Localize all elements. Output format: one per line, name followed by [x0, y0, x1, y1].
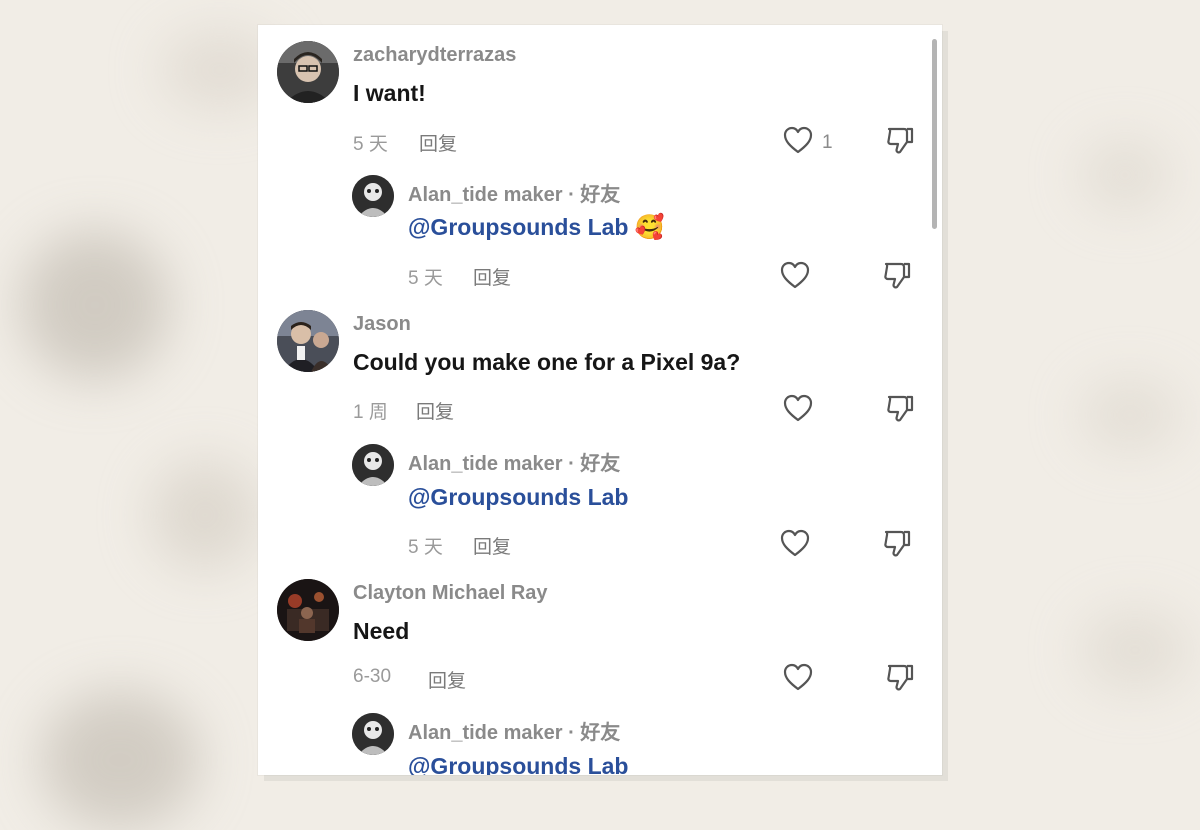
background-blur	[150, 460, 260, 570]
comment-username[interactable]: Clayton Michael Ray	[353, 582, 548, 605]
avatar[interactable]	[277, 579, 339, 641]
like-button[interactable]	[779, 260, 811, 295]
like-button[interactable]	[779, 528, 811, 563]
dislike-button[interactable]	[881, 528, 913, 563]
thumbs-down-icon	[884, 127, 916, 159]
dislike-button[interactable]	[884, 662, 916, 697]
comment-time: 5 天	[353, 134, 388, 155]
comment-text: I want!	[353, 80, 426, 106]
reply-button[interactable]: 回复	[428, 666, 466, 693]
like-button[interactable]	[782, 662, 814, 697]
avatar[interactable]	[277, 41, 339, 103]
like-button[interactable]	[782, 393, 814, 428]
reply-button[interactable]: 回复	[473, 263, 511, 290]
comment-text: Could you make one for a Pixel 9a?	[353, 349, 741, 375]
scrollbar[interactable]	[932, 39, 937, 229]
like-button[interactable]: 1	[782, 125, 833, 160]
avatar[interactable]	[277, 310, 339, 372]
reply-button[interactable]: 回复	[416, 397, 454, 424]
reply-text: @Groupsounds Lab	[408, 484, 628, 511]
background-blur	[1080, 610, 1190, 690]
heart-outline-icon	[782, 393, 814, 428]
reply-username[interactable]: Alan_tide maker · 好友	[408, 447, 620, 476]
comment-username[interactable]: zacharydterrazas	[353, 44, 516, 67]
heart-outline-icon	[782, 662, 814, 697]
comment-panel: zacharydterrazas I want! 5 天 回复 1 Alan_t…	[258, 25, 942, 775]
heart-outline-icon	[782, 125, 814, 160]
avatar[interactable]	[352, 444, 394, 486]
mention-link[interactable]: @Groupsounds Lab	[408, 753, 628, 775]
comment-time: 6-30	[353, 666, 392, 687]
dislike-button[interactable]	[884, 125, 916, 160]
reply-username[interactable]: Alan_tide maker · 好友	[408, 716, 620, 745]
mention-link[interactable]: @Groupsounds Lab	[408, 214, 628, 240]
thumbs-down-icon	[881, 530, 913, 562]
background-blur	[20, 230, 170, 380]
thumbs-down-icon	[884, 395, 916, 427]
comment-time: 1 周	[353, 402, 388, 423]
dislike-button[interactable]	[881, 260, 913, 295]
reply-time: 5 天	[408, 537, 443, 558]
reply-text: @Groupsounds Lab	[408, 753, 628, 775]
reply-time: 5 天	[408, 268, 443, 289]
comment-text: Need	[353, 618, 410, 644]
heart-outline-icon	[779, 260, 811, 295]
like-count: 1	[822, 131, 833, 153]
comment-username[interactable]: Jason	[353, 313, 411, 336]
emoji: 🥰	[634, 213, 665, 241]
reply-username[interactable]: Alan_tide maker · 好友	[408, 178, 620, 207]
reply-button[interactable]: 回复	[419, 129, 457, 156]
background-blur	[40, 690, 200, 830]
thumbs-down-icon	[884, 664, 916, 696]
heart-outline-icon	[779, 528, 811, 563]
background-blur	[1080, 380, 1180, 450]
dislike-button[interactable]	[884, 393, 916, 428]
thumbs-down-icon	[881, 262, 913, 294]
mention-link[interactable]: @Groupsounds Lab	[408, 484, 628, 510]
reply-text: @Groupsounds Lab 🥰	[408, 213, 665, 241]
avatar[interactable]	[352, 175, 394, 217]
background-blur	[1080, 140, 1170, 210]
avatar[interactable]	[352, 713, 394, 755]
reply-button[interactable]: 回复	[473, 532, 511, 559]
